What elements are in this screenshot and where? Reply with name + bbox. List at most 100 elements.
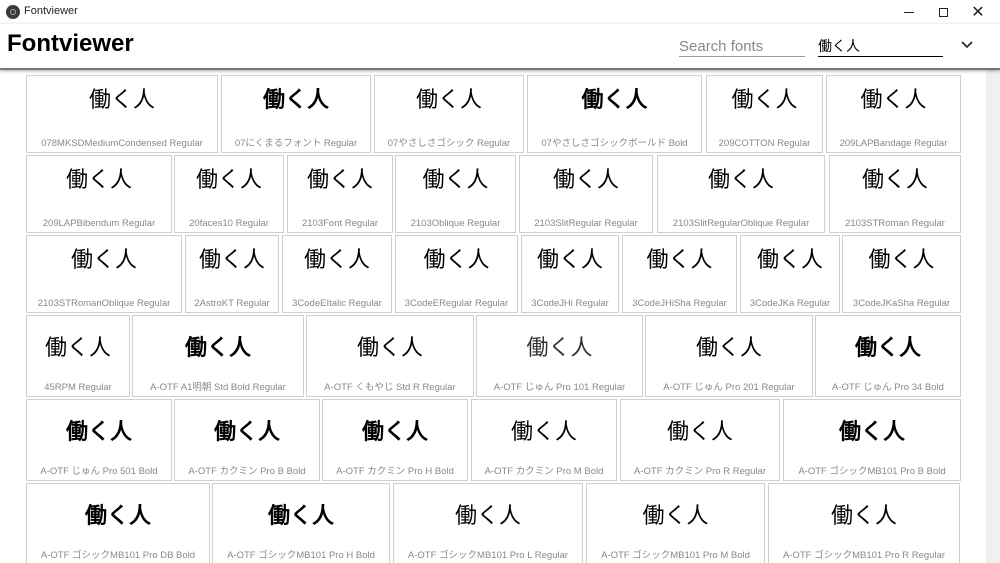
font-card[interactable]: 働く人 A-OTF ゴシックMB101 Pro H Bold bbox=[212, 483, 390, 563]
font-name-label: A-OTF カクミン Pro R Regular bbox=[634, 466, 766, 477]
font-sample-text: 働く人 bbox=[646, 248, 713, 273]
font-card[interactable]: 働く人 A-OTF カクミン Pro B Bold bbox=[174, 399, 320, 481]
window-title: Fontviewer bbox=[24, 5, 78, 17]
font-sample-text: 働く人 bbox=[306, 168, 373, 193]
font-card[interactable]: 働く人 A-OTF ゴシックMB101 Pro B Bold bbox=[783, 399, 961, 481]
font-name-label: 2103STRoman Regular bbox=[845, 218, 945, 229]
font-card[interactable]: 働く人 A-OTF カクミン Pro M Bold bbox=[471, 399, 617, 481]
sample-text-input[interactable] bbox=[818, 36, 943, 57]
font-name-label: 209COTTON Regular bbox=[718, 138, 811, 149]
font-card[interactable]: 働く人 3CodeERegular Regular bbox=[395, 235, 518, 313]
font-sample-text: 働く人 bbox=[838, 420, 905, 445]
font-name-label: 3CodeJHiSha Regular bbox=[632, 298, 727, 309]
font-card[interactable]: 働く人 A-OTF じゅん Pro 201 Regular bbox=[645, 315, 813, 397]
font-sample-text: 働く人 bbox=[526, 336, 593, 361]
font-sample-text: 働く人 bbox=[422, 168, 489, 193]
font-card[interactable]: 働く人 2103STRomanOblique Regular bbox=[26, 235, 182, 313]
font-name-label: A-OTF ゴシックMB101 Pro R Regular bbox=[782, 550, 946, 561]
font-name-label: 3CodeJHi Regular bbox=[531, 298, 609, 309]
font-card[interactable]: 働く人 3CodeEItalic Regular bbox=[282, 235, 392, 313]
font-name-label: 2103Font Regular bbox=[301, 218, 379, 229]
font-sample-text: 働く人 bbox=[356, 336, 423, 361]
font-sample-text: 働く人 bbox=[262, 88, 329, 113]
maximize-icon bbox=[938, 7, 948, 17]
font-name-label: A-OTF カクミン Pro M Bold bbox=[484, 466, 604, 477]
app-header: Fontviewer bbox=[0, 24, 1000, 70]
font-card[interactable]: 働く人 07やさしさゴシックボールド Bold bbox=[527, 75, 702, 153]
font-card[interactable]: 働く人 A-OTF ゴシックMB101 Pro L Regular bbox=[393, 483, 583, 563]
search-input[interactable] bbox=[679, 36, 805, 57]
font-name-label: A-OTF カクミン Pro H Bold bbox=[336, 466, 454, 477]
font-name-label: A-OTF ゴシックMB101 Pro DB Bold bbox=[40, 550, 196, 561]
font-name-label: A-OTF じゅん Pro 501 Bold bbox=[40, 466, 158, 477]
chevron-down-icon[interactable] bbox=[958, 36, 976, 54]
font-name-label: 2103Oblique Regular bbox=[410, 218, 501, 229]
font-card[interactable]: 働く人 2103Oblique Regular bbox=[395, 155, 516, 233]
font-name-label: A-OTF カクミン Pro B Bold bbox=[188, 466, 306, 477]
font-card[interactable]: 働く人 A-OTF カクミン Pro R Regular bbox=[620, 399, 780, 481]
font-name-label: A-OTF ゴシックMB101 Pro B Bold bbox=[798, 466, 946, 477]
font-name-label: 3CodeEItalic Regular bbox=[292, 298, 382, 309]
font-card[interactable]: 働く人 A-OTF A1明朝 Std Bold Regular bbox=[132, 315, 304, 397]
font-card[interactable]: 働く人 2AstroKT Regular bbox=[185, 235, 279, 313]
font-card[interactable]: 働く人 07やさしさゴシック Regular bbox=[374, 75, 524, 153]
font-card[interactable]: 働く人 2103Font Regular bbox=[287, 155, 393, 233]
font-card[interactable]: 働く人 07にくまるフォント Regular bbox=[221, 75, 371, 153]
font-name-label: 078MKSDMediumCondensed Regular bbox=[41, 138, 203, 149]
font-sample-text: 働く人 bbox=[303, 248, 370, 273]
font-sample-text: 働く人 bbox=[84, 504, 151, 529]
font-card[interactable]: 働く人 209LAPBibendum Regular bbox=[26, 155, 172, 233]
font-name-label: A-OTF ゴシックMB101 Pro L Regular bbox=[407, 550, 569, 561]
font-name-label: A-OTF くもやじ Std R Regular bbox=[324, 382, 456, 393]
font-grid[interactable]: 働く人 078MKSDMediumCondensed Regular 働く人 07にく… bbox=[0, 70, 986, 563]
font-card[interactable]: 働く人 2103SlitRegular Regular bbox=[519, 155, 653, 233]
minimize-icon bbox=[904, 11, 914, 13]
font-card[interactable]: 働く人 209LAPBandage Regular bbox=[826, 75, 961, 153]
font-sample-text: 働く人 bbox=[854, 336, 921, 361]
app-title: Fontviewer bbox=[7, 30, 134, 57]
font-card[interactable]: 働く人 078MKSDMediumCondensed Regular bbox=[26, 75, 218, 153]
font-name-label: A-OTF ゴシックMB101 Pro M Bold bbox=[601, 550, 750, 561]
font-sample-text: 働く人 bbox=[198, 248, 265, 273]
font-name-label: A-OTF ゴシックMB101 Pro H Bold bbox=[227, 550, 375, 561]
font-sample-text: 働く人 bbox=[361, 420, 428, 445]
font-sample-text: 働く人 bbox=[695, 336, 762, 361]
font-name-label: 3CodeJKaSha Regular bbox=[852, 298, 951, 309]
scrollbar[interactable]: ▲ bbox=[986, 24, 1000, 563]
font-sample-text: 働く人 bbox=[213, 420, 280, 445]
font-card[interactable]: 働く人 A-OTF カクミン Pro H Bold bbox=[322, 399, 468, 481]
font-card[interactable]: 働く人 A-OTF くもやじ Std R Regular bbox=[306, 315, 474, 397]
font-name-label: 2103SlitRegular Regular bbox=[534, 218, 638, 229]
font-name-label: A-OTF じゅん Pro 34 Bold bbox=[832, 382, 944, 393]
font-card[interactable]: 働く人 3CodeJKa Regular bbox=[740, 235, 840, 313]
close-icon: ✕ bbox=[971, 2, 985, 21]
font-card[interactable]: 働く人 A-OTF ゴシックMB101 Pro M Bold bbox=[586, 483, 765, 563]
font-card[interactable]: 働く人 3CodeJHiSha Regular bbox=[622, 235, 737, 313]
font-name-label: 2103STRomanOblique Regular bbox=[37, 298, 171, 309]
font-sample-text: 働く人 bbox=[666, 420, 733, 445]
font-card[interactable]: 働く人 209COTTON Regular bbox=[706, 75, 823, 153]
font-sample-text: 働く人 bbox=[415, 88, 482, 113]
font-sample-text: 働く人 bbox=[756, 248, 823, 273]
font-sample-text: 働く人 bbox=[70, 248, 137, 273]
font-card[interactable]: 働く人 A-OTF じゅん Pro 34 Bold bbox=[815, 315, 961, 397]
font-card[interactable]: 働く人 A-OTF ゴシックMB101 Pro DB Bold bbox=[26, 483, 210, 563]
font-card[interactable]: 働く人 3CodeJHi Regular bbox=[521, 235, 619, 313]
font-sample-text: 働く人 bbox=[454, 504, 521, 529]
font-name-label: A-OTF A1明朝 Std Bold Regular bbox=[150, 382, 286, 393]
font-card[interactable]: 働く人 A-OTF ゴシックMB101 Pro R Regular bbox=[768, 483, 960, 563]
font-card[interactable]: 働く人 2103SlitRegularOblique Regular bbox=[657, 155, 825, 233]
font-sample-text: 働く人 bbox=[44, 336, 111, 361]
font-sample-text: 働く人 bbox=[267, 504, 334, 529]
font-card[interactable]: 働く人 45RPM Regular bbox=[26, 315, 130, 397]
font-sample-text: 働く人 bbox=[423, 248, 490, 273]
font-card[interactable]: 働く人 3CodeJKaSha Regular bbox=[842, 235, 961, 313]
close-button[interactable]: ✕ bbox=[955, 0, 1000, 24]
font-card[interactable]: 働く人 20faces10 Regular bbox=[174, 155, 284, 233]
font-card[interactable]: 働く人 A-OTF じゅん Pro 101 Regular bbox=[476, 315, 643, 397]
font-sample-text: 働く人 bbox=[707, 168, 774, 193]
font-card[interactable]: 働く人 A-OTF じゅん Pro 501 Bold bbox=[26, 399, 172, 481]
font-card[interactable]: 働く人 2103STRoman Regular bbox=[829, 155, 961, 233]
font-name-label: 07にくまるフォント Regular bbox=[234, 138, 358, 149]
font-sample-text: 働く人 bbox=[195, 168, 262, 193]
